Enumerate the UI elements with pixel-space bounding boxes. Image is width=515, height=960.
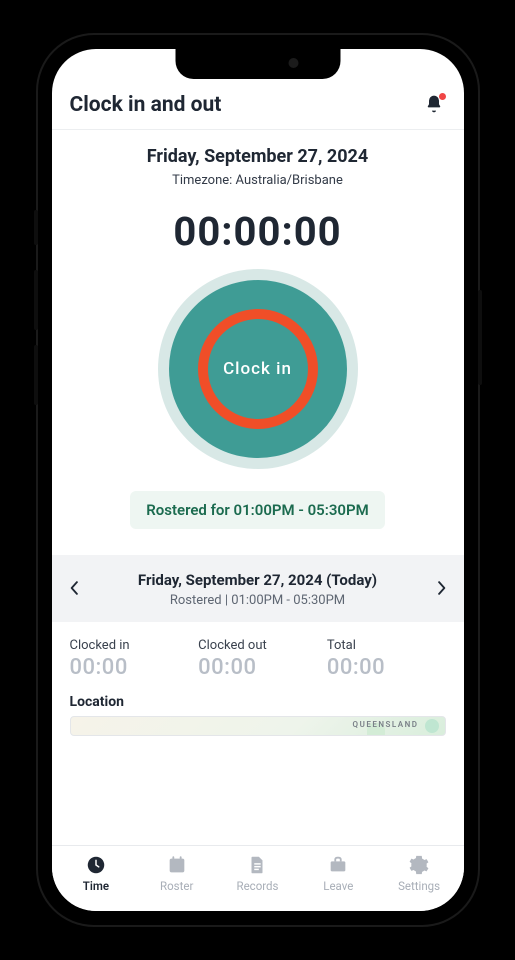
tab-settings[interactable]: Settings <box>379 854 460 893</box>
clocked-out-col: Clocked out 00:00 <box>198 638 317 680</box>
clock-button-wrap: Clock in <box>52 269 464 469</box>
location-map[interactable]: QUEENSLAND <box>70 716 446 736</box>
clocked-in-value: 00:00 <box>70 655 189 680</box>
screen: Clock in and out Friday, September 27, 2… <box>52 49 464 911</box>
notification-dot-icon <box>439 93 446 100</box>
prev-day-button[interactable] <box>62 581 86 599</box>
tab-label: Time <box>83 879 109 893</box>
side-button <box>34 270 38 330</box>
tab-roster[interactable]: Roster <box>136 854 217 893</box>
page-title: Clock in and out <box>70 93 222 117</box>
tab-label: Leave <box>323 879 353 893</box>
clocked-in-label: Clocked in <box>70 638 189 653</box>
chevron-right-icon <box>437 581 447 595</box>
total-label: Total <box>327 638 446 653</box>
document-icon <box>246 854 268 876</box>
clocked-out-label: Clocked out <box>198 638 317 653</box>
elapsed-timer: 00:00:00 <box>52 208 464 255</box>
map-decoration <box>425 719 439 733</box>
timezone-label: Timezone: Australia/Brisbane <box>64 173 452 188</box>
location-label: Location <box>70 694 446 710</box>
current-date: Friday, September 27, 2024 <box>64 146 452 167</box>
tab-label: Records <box>237 879 279 893</box>
total-col: Total 00:00 <box>327 638 446 680</box>
clocked-in-col: Clocked in 00:00 <box>70 638 189 680</box>
phone-frame: Clock in and out Friday, September 27, 2… <box>38 35 478 925</box>
side-button <box>34 345 38 405</box>
tab-label: Settings <box>398 879 440 893</box>
tab-label: Roster <box>160 879 193 893</box>
notch <box>175 49 340 79</box>
calendar-icon <box>166 854 188 876</box>
clock-in-button[interactable]: Clock in <box>198 309 318 429</box>
notifications-button[interactable] <box>424 94 446 116</box>
clocked-out-value: 00:00 <box>198 655 317 680</box>
map-region-label: QUEENSLAND <box>353 720 419 729</box>
tab-time[interactable]: Time <box>56 854 137 893</box>
tab-records[interactable]: Records <box>217 854 298 893</box>
location-section: Location QUEENSLAND <box>52 688 464 736</box>
rostered-badge: Rostered for 01:00PM - 05:30PM <box>130 491 384 529</box>
time-summary: Clocked in 00:00 Clocked out 00:00 Total… <box>52 622 464 688</box>
day-navigator: Friday, September 27, 2024 (Today) Roste… <box>52 555 464 622</box>
total-value: 00:00 <box>327 655 446 680</box>
clock-ring-teal: Clock in <box>169 280 347 458</box>
tab-bar: Time Roster Records Leave Settings <box>52 845 464 911</box>
briefcase-icon <box>327 854 349 876</box>
day-navigator-center: Friday, September 27, 2024 (Today) Roste… <box>86 571 430 608</box>
next-day-button[interactable] <box>430 581 454 599</box>
main-content: Friday, September 27, 2024 Timezone: Aus… <box>52 130 464 845</box>
side-button <box>34 210 38 245</box>
side-button <box>478 290 482 385</box>
chevron-left-icon <box>69 581 79 595</box>
date-block: Friday, September 27, 2024 Timezone: Aus… <box>52 130 464 194</box>
nav-subtext: Rostered | 01:00PM - 05:30PM <box>86 593 430 608</box>
tab-leave[interactable]: Leave <box>298 854 379 893</box>
clock-ring-outer: Clock in <box>158 269 358 469</box>
clock-in-label: Clock in <box>223 359 292 379</box>
nav-date: Friday, September 27, 2024 (Today) <box>86 571 430 589</box>
clock-icon <box>85 854 107 876</box>
gear-icon <box>408 854 430 876</box>
